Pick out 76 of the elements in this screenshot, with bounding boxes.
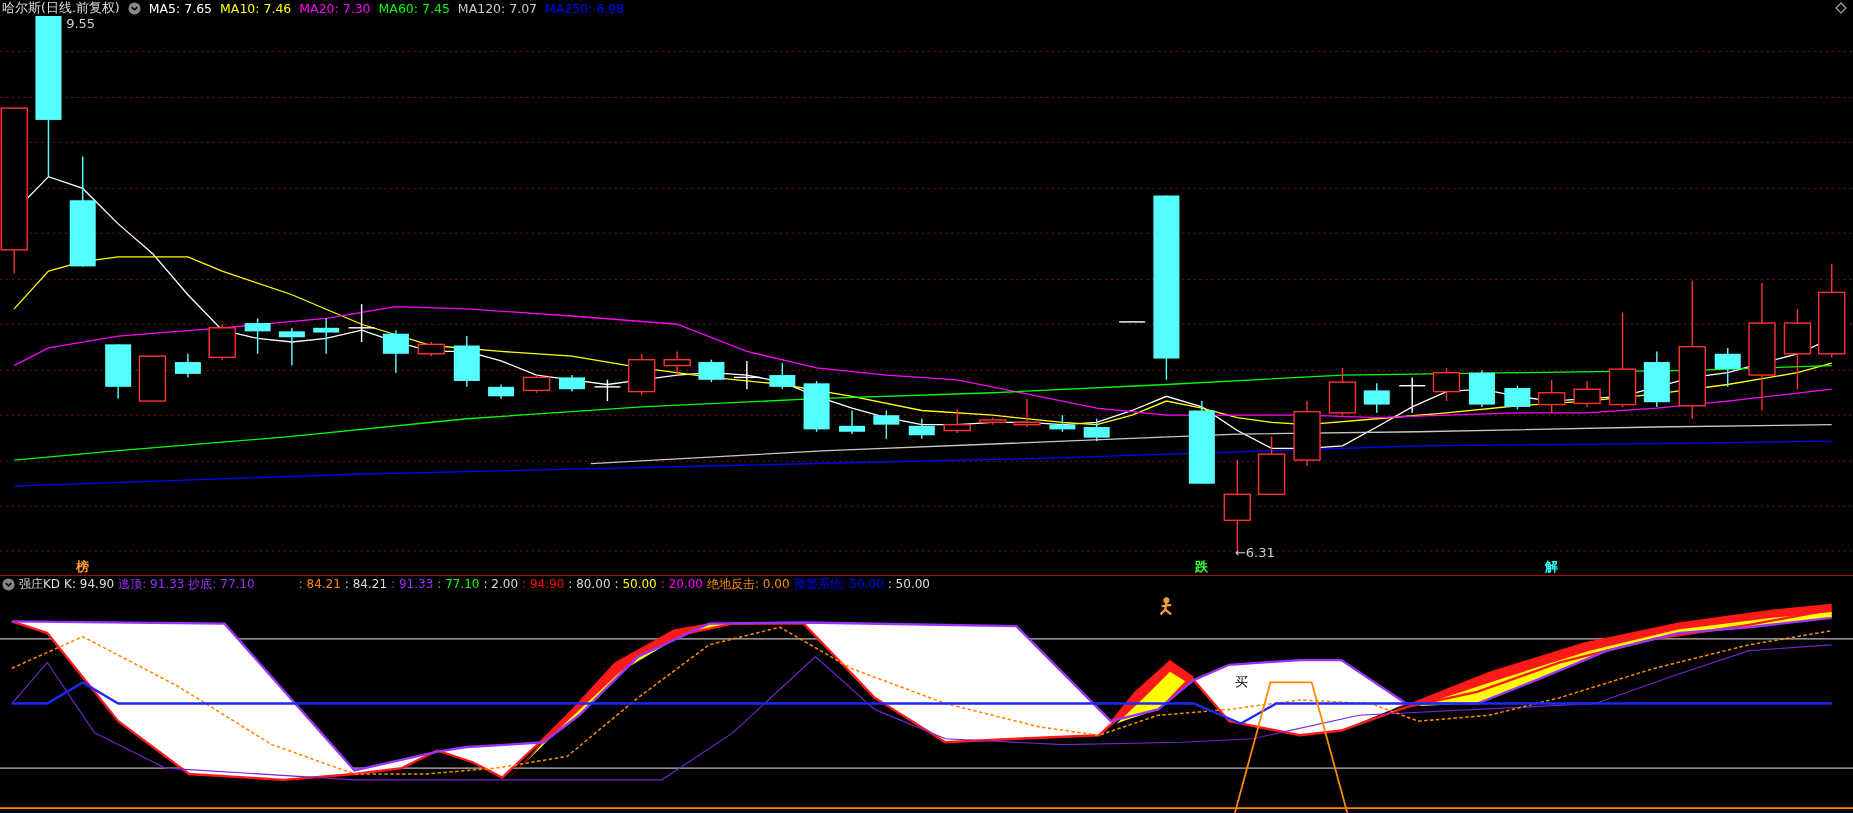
candlestick [313,317,340,355]
candlestick [1468,369,1495,408]
dropdown-icon[interactable] [2,577,15,591]
moving-average-value: MA10: 7.46 [220,0,292,16]
candlestick [873,409,900,440]
indicator-value: : 80.00 [568,577,611,592]
chart-title: 哈尔斯(日线.前复权) [2,0,120,17]
candlestick [488,383,515,400]
candlestick [558,374,585,393]
candlestick [1643,350,1670,408]
indicator-value: 抄底: 77.10 [188,575,255,593]
candlestick [417,341,446,357]
indicator-band [1116,672,1186,724]
candlestick [1537,379,1566,414]
candlestick [1293,400,1321,467]
person-icon [1159,597,1173,616]
candlestick [978,416,1007,426]
candlestick [522,374,551,394]
indicator-value: 逃顶: 91.33 [118,575,185,593]
indicator-value: : 20.00 [660,577,703,592]
candlestick [1328,367,1357,416]
candlestick [138,355,167,402]
signal-marker: 解 [1545,559,1559,575]
low-price-label: ←6.31 [1234,544,1275,560]
candlestick [1714,347,1741,388]
candlestick [208,323,236,361]
indicator-value: : 2.00 [483,577,519,592]
moving-average-value: MA250: 6.98 [545,0,625,16]
candlestick [839,409,866,435]
candlestick [105,343,132,400]
candlestick [453,335,480,388]
candlestick [382,329,409,374]
indicator-value: : 50.00 [887,577,930,592]
indicator-value: : 84.21 [344,577,388,592]
candlestick [663,350,691,376]
candlestick [1432,367,1461,402]
candlestick [733,360,761,390]
candlestick [698,359,725,383]
candlestick [628,353,656,396]
moving-average-value: MA5: 7.65 [148,0,213,16]
indicator-value: K: 94.90 [64,577,115,592]
indicator-value: 预警系统: 50.00 [793,575,884,593]
candlestick [1504,384,1531,410]
candlestick [1118,321,1146,323]
indicator-name: 强庄KD [19,575,61,593]
candlestick [174,353,201,379]
candlestick [278,327,305,367]
moving-average-value: MA120: 7.07 [457,0,538,16]
indicator-value: : 77.10 [437,577,480,592]
candlestick [1083,418,1110,442]
candlestick [803,380,830,433]
indicator-value: : 84.21 [298,577,341,592]
dropdown-icon[interactable] [127,1,141,15]
candlestick [908,418,935,440]
indicator-value: 绝地反击: 0.00 [706,575,790,593]
candlestick [769,362,796,390]
candlestick [943,408,971,434]
candlestick [347,303,376,343]
moving-average-value: MA20: 7.30 [299,0,371,16]
candlestick [1398,376,1426,414]
signal-marker: 跌 [1195,559,1209,575]
candlestick [593,379,622,402]
indicator-value: : 94.90 [522,577,565,592]
indicator-value: : 50.00 [614,577,657,592]
candlestick [1013,397,1041,428]
indicator-value: : 91.33 [391,577,434,592]
candlestick [1257,435,1286,496]
candlestick [1049,414,1076,433]
diamond-icon[interactable] [1835,2,1847,14]
candlestick [1363,382,1390,414]
high-price-label: 9.55 [66,16,96,31]
signal-marker: 榜 [76,559,90,575]
buy-label: 买 [1234,674,1248,690]
candlestick [1573,380,1601,408]
candlestick [244,317,271,355]
moving-average-value: MA60: 7.45 [378,0,450,16]
